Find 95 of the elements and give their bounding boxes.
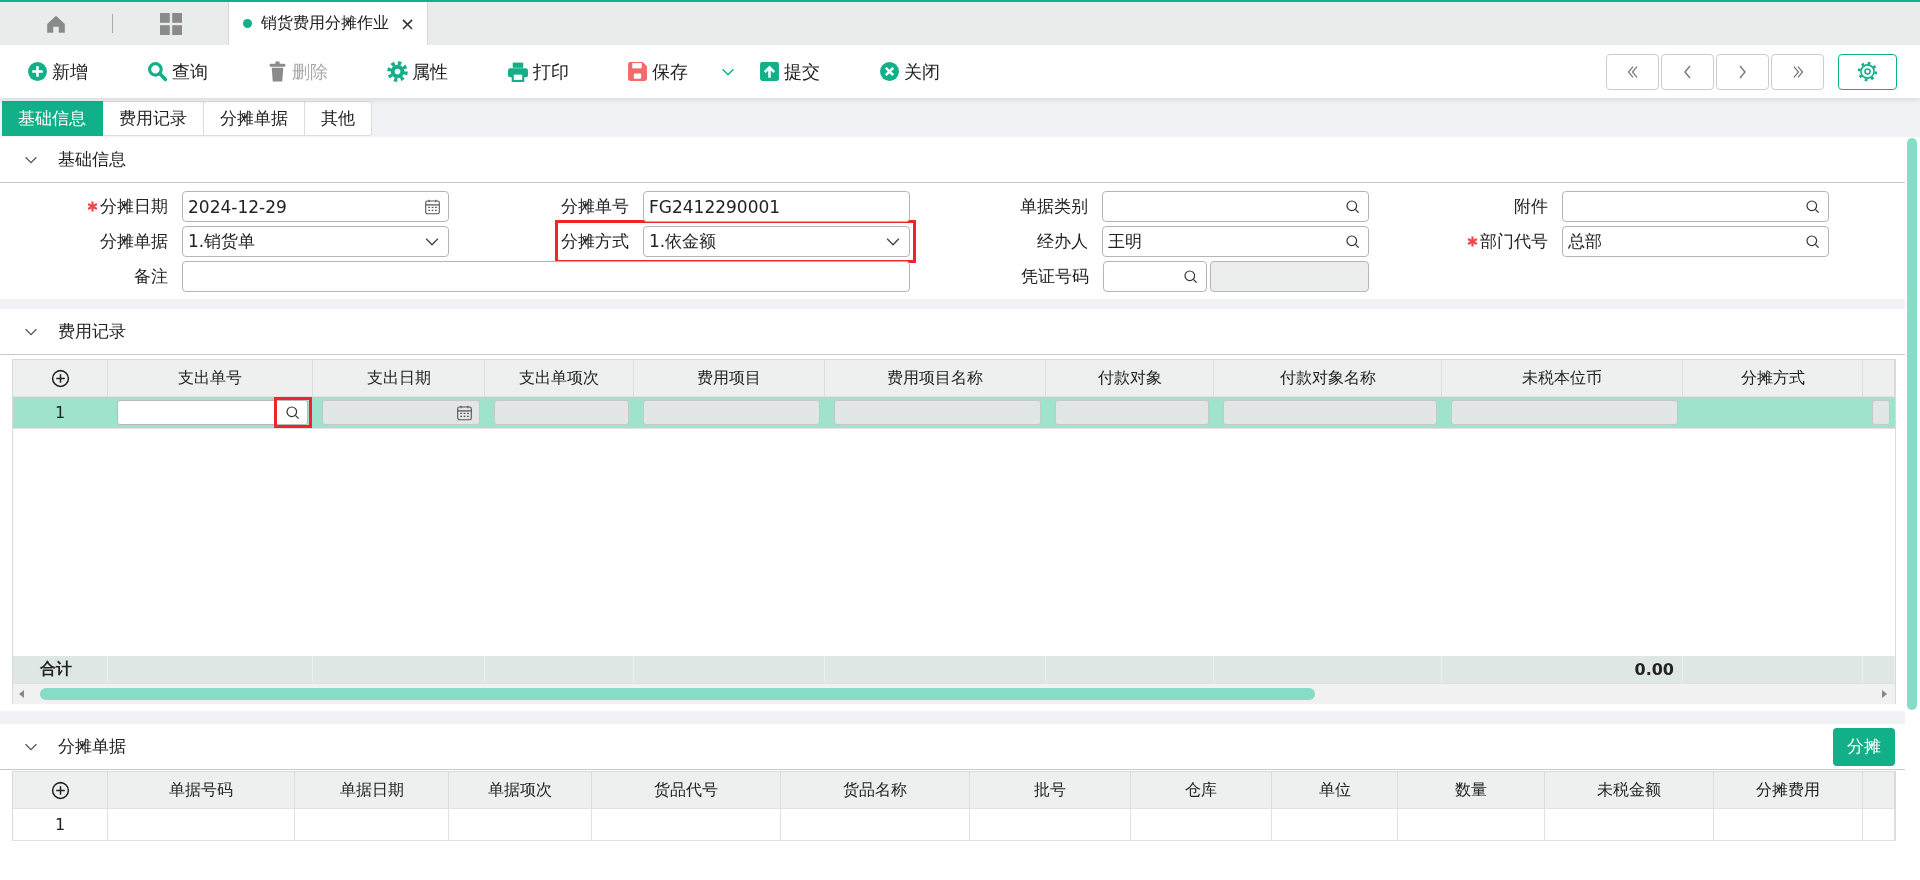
plus-icon <box>27 61 48 82</box>
tab[interactable]: 分摊单据 <box>204 101 305 136</box>
search-icon <box>147 61 168 82</box>
search-icon <box>1345 198 1361 215</box>
lookup-field[interactable] <box>1562 191 1829 222</box>
lookup-field[interactable] <box>1103 261 1207 292</box>
table-row[interactable]: 1 <box>13 397 1895 429</box>
scroll-right-icon <box>1879 688 1889 700</box>
column-header: 货品名称 <box>781 772 970 808</box>
close-tab-button[interactable]: × <box>398 13 418 34</box>
chevron-right-icon <box>1739 64 1746 79</box>
search-icon <box>1805 233 1821 250</box>
horizontal-scrollbar[interactable] <box>13 684 1895 704</box>
first-button[interactable] <box>1606 53 1659 90</box>
apps-icon <box>159 12 182 35</box>
add-row-icon[interactable] <box>50 780 70 800</box>
column-header: 费用项目 <box>634 360 825 396</box>
table-row[interactable]: 1 <box>13 809 1895 841</box>
submit-button[interactable]: 提交 <box>759 53 879 90</box>
column-header: 分摊费用 <box>1714 772 1863 808</box>
column-header: 单据号码 <box>108 772 295 808</box>
column-header: 数量 <box>1398 772 1545 808</box>
scrollbar-thumb[interactable] <box>40 688 1315 700</box>
text-field[interactable] <box>182 261 910 292</box>
add-button[interactable]: 新增 <box>27 53 147 90</box>
field-label: 分摊单号 <box>561 195 629 218</box>
column-header: 费用项目名称 <box>825 360 1046 396</box>
column-header: 未税金额 <box>1545 772 1714 808</box>
last-button[interactable] <box>1771 53 1824 90</box>
save-button[interactable]: 保存 <box>627 53 719 90</box>
calendar-icon <box>456 404 473 421</box>
search-icon <box>1805 198 1821 215</box>
vertical-scrollbar[interactable] <box>1907 138 1917 710</box>
lookup-field[interactable]: 总部 <box>1562 226 1829 257</box>
upload-icon <box>759 61 780 82</box>
search-icon <box>285 404 301 421</box>
query-button[interactable]: 查询 <box>147 53 267 90</box>
close-button[interactable]: 关闭 <box>879 53 999 90</box>
dropdown-field[interactable]: 1.依金额 <box>643 226 910 257</box>
print-button[interactable]: 打印 <box>507 53 627 90</box>
column-header: 支出单项次 <box>485 360 634 396</box>
add-row-icon[interactable] <box>50 368 70 388</box>
column-header: 支出日期 <box>313 360 485 396</box>
page-tab[interactable]: 销货费用分摊作业 × <box>228 2 429 45</box>
row-number: 1 <box>13 809 108 840</box>
scroll-left-icon <box>17 688 27 700</box>
settings-icon <box>1857 61 1878 82</box>
gear-icon <box>387 61 408 82</box>
column-header: 货品代号 <box>592 772 781 808</box>
tab[interactable]: 费用记录 <box>103 101 204 136</box>
trash-icon <box>267 61 288 82</box>
field-label: 备注 <box>134 265 168 288</box>
column-header: 付款对象 <box>1046 360 1214 396</box>
tab[interactable]: 其他 <box>305 101 372 136</box>
settings-button[interactable] <box>1838 53 1897 90</box>
field-label: 分摊方式 <box>561 230 629 253</box>
field-label: 单据类别 <box>1020 195 1088 218</box>
floppy-icon <box>627 61 648 82</box>
field-label: 分摊日期 <box>100 195 168 218</box>
dot-icon <box>243 19 252 28</box>
calendar-icon <box>424 198 441 215</box>
search-icon <box>1183 268 1199 285</box>
field-label: 分摊单据 <box>100 230 168 253</box>
section-title: 分摊单据 <box>58 735 126 758</box>
section-title: 基础信息 <box>58 148 126 171</box>
date-field[interactable]: 2024-12-29 <box>182 191 449 222</box>
section-title: 费用记录 <box>58 320 126 343</box>
column-header: 单据项次 <box>449 772 592 808</box>
printer-icon <box>507 61 529 82</box>
column-header: 付款对象名称 <box>1214 360 1442 396</box>
lookup-field[interactable] <box>117 400 308 425</box>
properties-button[interactable]: 属性 <box>387 53 507 90</box>
search-icon <box>1345 233 1361 250</box>
chevron-left-icon <box>1684 64 1691 79</box>
field-label: 部门代号 <box>1480 230 1548 253</box>
text-field[interactable]: FG2412290001 <box>643 191 910 222</box>
column-header: 分摊方式 <box>1683 360 1863 396</box>
next-button[interactable] <box>1716 53 1769 90</box>
lookup-field[interactable] <box>1102 191 1369 222</box>
dropdown-field[interactable]: 1.销货单 <box>182 226 449 257</box>
column-header: 支出单号 <box>108 360 313 396</box>
total-label: 合计 <box>13 656 108 683</box>
field-label: 经办人 <box>1037 230 1088 253</box>
total-value: 0.00 <box>1442 656 1683 683</box>
field-label: 附件 <box>1514 195 1548 218</box>
close-icon <box>879 61 900 82</box>
column-header: 单据日期 <box>295 772 449 808</box>
lookup-field[interactable]: 王明 <box>1102 226 1369 257</box>
column-header: 批号 <box>970 772 1131 808</box>
column-header: 未税本位币 <box>1442 360 1683 396</box>
column-header: 单位 <box>1272 772 1398 808</box>
column-header: 仓库 <box>1131 772 1272 808</box>
field-label: 凭证号码 <box>1021 265 1089 288</box>
previous-button[interactable] <box>1661 53 1714 90</box>
row-number: 1 <box>13 397 108 428</box>
